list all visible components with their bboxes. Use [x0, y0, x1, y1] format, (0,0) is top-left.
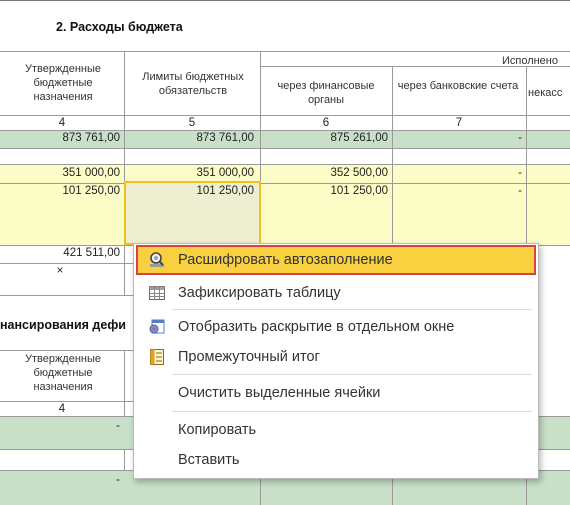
row-line-1: [0, 148, 570, 149]
section-title: 2. Расходы бюджета: [56, 20, 183, 34]
col-number-5: 5: [188, 117, 196, 129]
col-number-4: 4: [58, 117, 66, 129]
col-line-7: [392, 66, 393, 243]
menu-item-label: Расшифровать автозаполнение: [178, 252, 393, 268]
lower-header-top: [0, 350, 133, 351]
menu-item-freeze-table[interactable]: Зафиксировать таблицу: [138, 280, 534, 306]
row1-limits: 873 761,00: [196, 132, 254, 144]
table-grid-icon: [148, 284, 166, 302]
header-via-financial-bodies: через финансовые органы: [277, 80, 375, 106]
row3-limits: 101 250,00: [196, 185, 254, 197]
row-line-3: [0, 183, 570, 184]
menu-item-clear-cells[interactable]: Очистить выделенные ячейки: [138, 380, 534, 406]
menu-separator: [172, 309, 532, 310]
lower-col-line-8: [526, 477, 527, 505]
row2-approved: 351 000,00: [62, 167, 120, 179]
row3-approved: 101 250,00: [62, 185, 120, 197]
lower-header-bottom: [0, 401, 133, 402]
header-via-bank-accounts: через банковские счета: [397, 80, 519, 92]
row3-bank: -: [518, 185, 522, 197]
subtotal-icon: [148, 348, 166, 366]
menu-item-subtotal[interactable]: Промежуточный итог: [138, 344, 534, 370]
header-executed: Исполнено: [501, 55, 558, 67]
row2-limits: 351 000,00: [196, 167, 254, 179]
row1-bank: -: [518, 132, 522, 144]
col-number-6: 6: [322, 117, 330, 129]
col-number-7: 7: [455, 117, 463, 129]
menu-item-label: Очистить выделенные ячейки: [178, 385, 381, 401]
menu-item-label: Вставить: [178, 452, 240, 468]
row-line-6: [0, 295, 133, 296]
header-top-line: [0, 51, 570, 52]
menu-item-open-in-window[interactable]: Отобразить раскрытие в отдельном окне: [138, 314, 534, 340]
menu-separator: [172, 374, 532, 375]
row1-approved: 873 761,00: [62, 132, 120, 144]
lower-col-line-7: [392, 477, 393, 505]
lower-col-line-6: [260, 477, 261, 505]
row2-bank: -: [518, 167, 522, 179]
header-approved-assignments: Утвержденные бюджетные назначения: [24, 63, 102, 103]
menu-separator: [172, 411, 532, 412]
menu-item-decode-autofill[interactable]: Расшифровать автозаполнение: [136, 245, 536, 275]
lower-dash-1: -: [116, 420, 120, 432]
row1-financial: 875 261,00: [330, 132, 388, 144]
menu-item-label: Зафиксировать таблицу: [178, 285, 341, 301]
header-bottom-line: [0, 115, 570, 116]
row3-financial: 101 250,00: [330, 185, 388, 197]
header-budget-limits: Лимиты бюджетных обязательств: [142, 71, 244, 97]
header-non-cash: некасс: [528, 87, 563, 99]
menu-item-label: Копировать: [178, 422, 257, 438]
col-line-8: [526, 66, 527, 243]
menu-item-paste[interactable]: Вставить: [138, 447, 534, 473]
row5-cross: ×: [56, 265, 64, 277]
menu-item-copy[interactable]: Копировать: [138, 417, 534, 443]
lower-col-number: 4: [58, 403, 66, 415]
row2-financial: 352 500,00: [330, 167, 388, 179]
magnifier-icon: [148, 251, 166, 269]
lower-dash-2: -: [116, 474, 120, 486]
lower-header-approved: Утвержденные бюджетные назначения: [24, 353, 102, 393]
top-border: [0, 0, 570, 1]
row-line-5: [0, 263, 133, 264]
menu-item-label: Промежуточный итог: [178, 349, 320, 365]
row4-approved: 421 511,00: [63, 247, 120, 259]
context-menu: Расшифровать автозаполнение Зафиксироват…: [133, 243, 539, 479]
menu-item-label: Отобразить раскрытие в отдельном окне: [178, 319, 455, 335]
row-line-2: [0, 164, 570, 165]
window-expand-icon: [148, 318, 166, 336]
section2-title: нансирования дефи: [0, 318, 126, 332]
